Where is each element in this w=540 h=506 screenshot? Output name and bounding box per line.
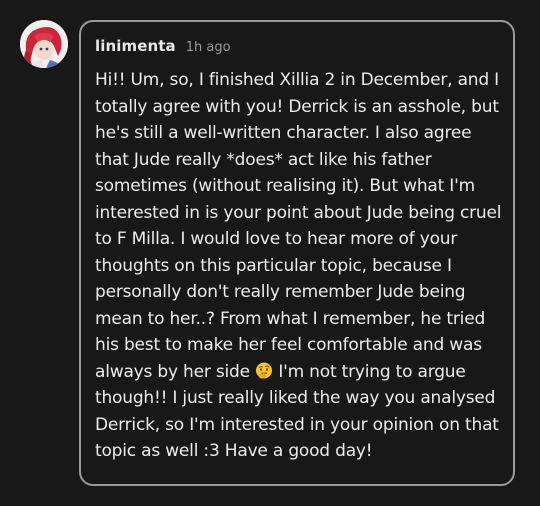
username-link[interactable]: linimenta [95, 37, 176, 55]
avatar-image [20, 20, 68, 68]
comment-text-part-1: Hi!! Um, so, I finished Xillia 2 in Dece… [95, 70, 502, 382]
avatar[interactable] [20, 20, 68, 68]
thinking-face-emoji-icon [256, 362, 273, 379]
comment-bubble: linimenta 1h ago Hi!! Um, so, I finished… [79, 20, 515, 486]
timestamp: 1h ago [185, 40, 231, 55]
comment-body: Hi!! Um, so, I finished Xillia 2 in Dece… [95, 67, 507, 465]
comment-header: linimenta 1h ago [95, 37, 231, 55]
